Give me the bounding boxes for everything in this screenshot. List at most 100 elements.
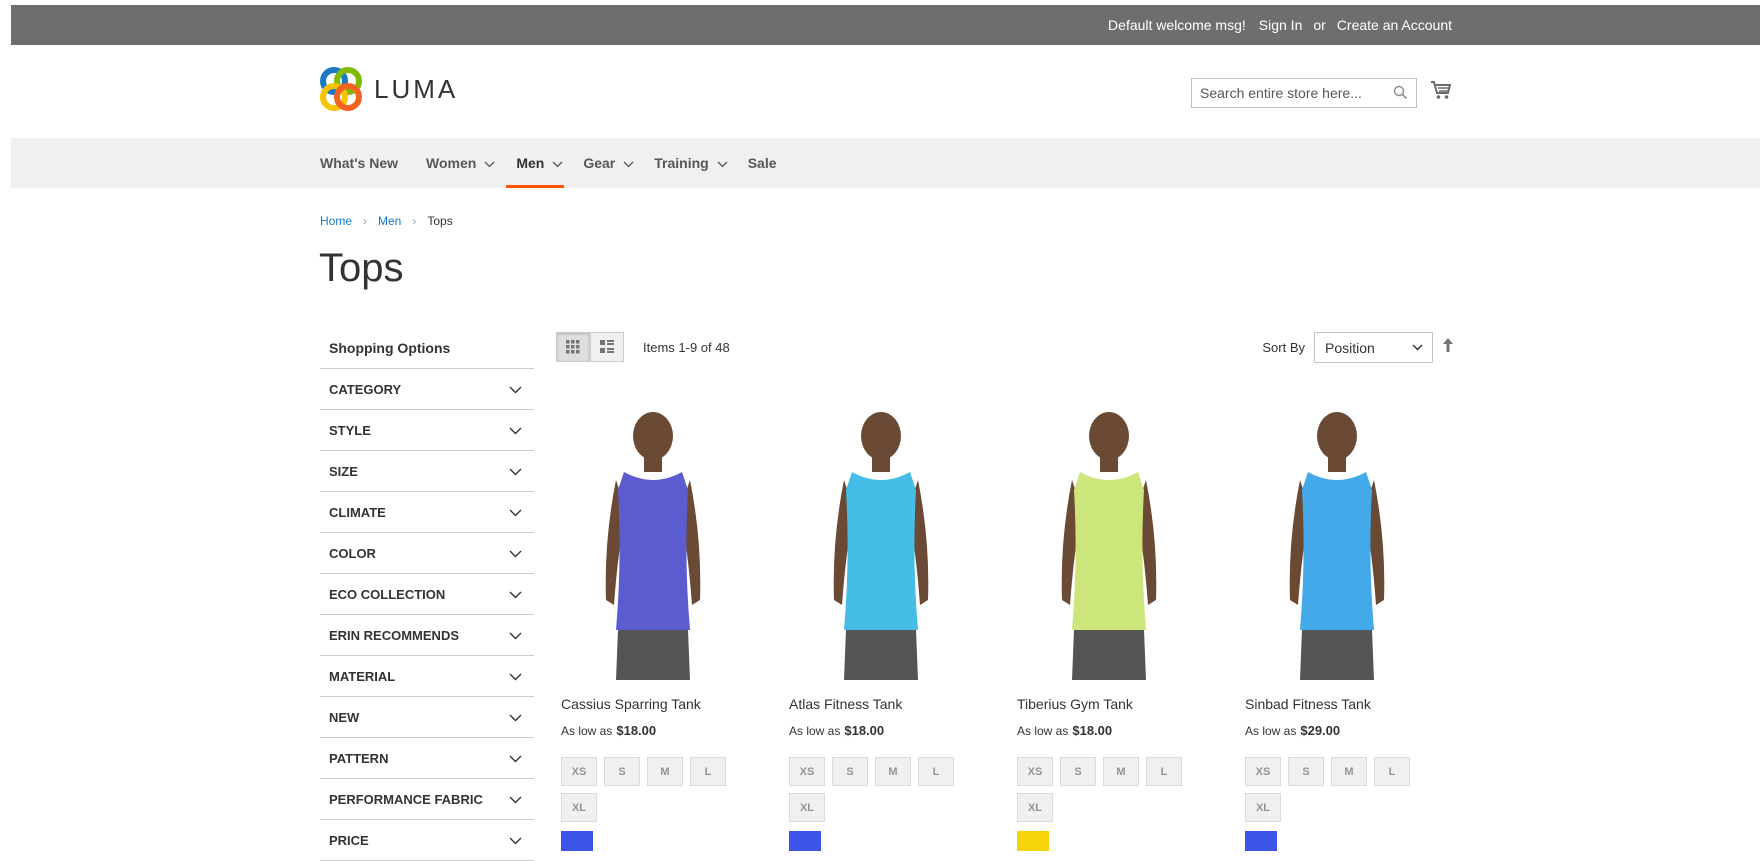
- filter-pattern[interactable]: PATTERN: [320, 738, 534, 779]
- filter-eco-collection[interactable]: ECO COLLECTION: [320, 574, 534, 615]
- chevron-down-icon[interactable]: [509, 628, 525, 643]
- nav-item-women[interactable]: Women: [426, 138, 495, 188]
- size-option-xl[interactable]: XL: [1245, 793, 1281, 822]
- nav-item-sale[interactable]: Sale: [748, 138, 777, 188]
- price-value: $18.00: [1072, 723, 1113, 738]
- filter-category[interactable]: CATEGORY: [320, 369, 534, 410]
- size-option-m[interactable]: M: [647, 757, 683, 786]
- filter-price[interactable]: PRICE: [320, 820, 534, 861]
- sort-direction-icon[interactable]: [1442, 337, 1454, 358]
- chevron-down-icon[interactable]: [509, 464, 525, 479]
- color-swatch[interactable]: [561, 831, 593, 851]
- size-option-xl[interactable]: XL: [561, 793, 597, 822]
- search-icon[interactable]: [1393, 85, 1408, 105]
- size-option-xl[interactable]: XL: [1017, 793, 1053, 822]
- nav-item-gear[interactable]: Gear: [583, 138, 634, 188]
- filter-new[interactable]: NEW: [320, 697, 534, 738]
- size-option-m[interactable]: M: [875, 757, 911, 786]
- size-swatches: XS S M L XL: [1245, 757, 1445, 829]
- product-name-link[interactable]: Cassius Sparring Tank: [561, 696, 784, 712]
- filter-erin-recommends[interactable]: ERIN RECOMMENDS: [320, 615, 534, 656]
- product-image[interactable]: [1012, 400, 1207, 680]
- filter-size[interactable]: SIZE: [320, 451, 534, 492]
- top-bar: Default welcome msg! Sign In or Create a…: [11, 5, 1760, 45]
- filter-label: CATEGORY: [329, 381, 402, 397]
- cart-icon[interactable]: [1430, 79, 1452, 106]
- chevron-down-icon[interactable]: [509, 833, 525, 848]
- filter-label: COLOR: [329, 545, 376, 561]
- product-name-link[interactable]: Atlas Fitness Tank: [789, 696, 1012, 712]
- color-swatch[interactable]: [1245, 831, 1277, 851]
- size-option-xs[interactable]: XS: [561, 757, 597, 786]
- chevron-down-icon[interactable]: [509, 710, 525, 725]
- chevron-down-icon[interactable]: [509, 546, 525, 561]
- size-option-xs[interactable]: XS: [789, 757, 825, 786]
- chevron-down-icon[interactable]: [509, 587, 525, 602]
- list-icon: [600, 340, 614, 353]
- chevron-down-icon[interactable]: [509, 669, 525, 684]
- filter-sidebar: Shopping Options CATEGORY STYLE SIZE CLIMAT…: [320, 330, 534, 861]
- grid-view-button[interactable]: [556, 332, 590, 362]
- product-name-link[interactable]: Sinbad Fitness Tank: [1245, 696, 1468, 712]
- size-option-l[interactable]: L: [1374, 757, 1410, 786]
- size-option-s[interactable]: S: [832, 757, 868, 786]
- logo-text: LUMA: [374, 73, 459, 104]
- sort-select[interactable]: Position: [1314, 332, 1433, 363]
- product-price: As low as $18.00: [1017, 723, 1240, 738]
- luma-logo[interactable]: LUMA: [320, 67, 458, 111]
- size-option-s[interactable]: S: [604, 757, 640, 786]
- size-option-s[interactable]: S: [1288, 757, 1324, 786]
- nav-item-label: What's New: [320, 155, 399, 171]
- size-option-s[interactable]: S: [1060, 757, 1096, 786]
- size-option-l[interactable]: L: [1146, 757, 1182, 786]
- search-input[interactable]: [1192, 79, 1385, 107]
- size-option-xl[interactable]: XL: [789, 793, 825, 822]
- breadcrumb-men[interactable]: Men: [378, 214, 401, 228]
- size-option-xs[interactable]: XS: [1245, 757, 1281, 786]
- chevron-down-icon[interactable]: [509, 751, 525, 766]
- sorter: Sort By Position: [1262, 332, 1454, 363]
- color-swatch[interactable]: [1017, 831, 1049, 851]
- size-option-xs[interactable]: XS: [1017, 757, 1053, 786]
- price-prefix: As low as: [789, 724, 841, 738]
- product-price: As low as $29.00: [1245, 723, 1468, 738]
- product-name-link[interactable]: Tiberius Gym Tank: [1017, 696, 1240, 712]
- product-image[interactable]: [1240, 400, 1435, 680]
- nav-item-what-s-new[interactable]: What's New: [320, 138, 398, 188]
- chevron-down-icon[interactable]: [552, 155, 563, 171]
- product-image[interactable]: [556, 400, 751, 680]
- sign-in-link[interactable]: Sign In: [1259, 17, 1303, 33]
- nav-item-training[interactable]: Training: [654, 138, 728, 188]
- chevron-down-icon[interactable]: [717, 155, 728, 171]
- chevron-down-icon[interactable]: [509, 423, 525, 438]
- filter-climate[interactable]: CLIMATE: [320, 492, 534, 533]
- breadcrumb-separator: ›: [412, 214, 417, 228]
- price-value: $18.00: [844, 723, 885, 738]
- or-text: or: [1313, 17, 1326, 33]
- size-option-m[interactable]: M: [1331, 757, 1367, 786]
- chevron-down-icon[interactable]: [509, 382, 525, 397]
- size-option-l[interactable]: L: [918, 757, 954, 786]
- chevron-down-icon[interactable]: [484, 155, 495, 171]
- filter-style[interactable]: STYLE: [320, 410, 534, 451]
- size-option-l[interactable]: L: [690, 757, 726, 786]
- filter-label: ERIN RECOMMENDS: [329, 627, 460, 643]
- chevron-down-icon[interactable]: [509, 505, 525, 520]
- filter-material[interactable]: MATERIAL: [320, 656, 534, 697]
- filter-label: PATTERN: [329, 750, 389, 766]
- color-swatch[interactable]: [789, 831, 821, 851]
- filter-performance-fabric[interactable]: PERFORMANCE FABRIC: [320, 779, 534, 820]
- product-image[interactable]: [784, 400, 979, 680]
- nav-item-men[interactable]: Men: [506, 138, 565, 188]
- nav-menu: What's New Women Men Gear Training Sale: [320, 138, 797, 188]
- breadcrumb: Home › Men › Tops: [320, 214, 453, 228]
- create-account-link[interactable]: Create an Account: [1337, 17, 1452, 33]
- size-option-m[interactable]: M: [1103, 757, 1139, 786]
- filter-label: NEW: [329, 709, 360, 725]
- nav-item-label: Women: [426, 155, 477, 171]
- filter-color[interactable]: COLOR: [320, 533, 534, 574]
- chevron-down-icon[interactable]: [623, 155, 634, 171]
- list-view-button[interactable]: [590, 332, 624, 362]
- breadcrumb-home[interactable]: Home: [320, 214, 352, 228]
- chevron-down-icon[interactable]: [509, 792, 525, 807]
